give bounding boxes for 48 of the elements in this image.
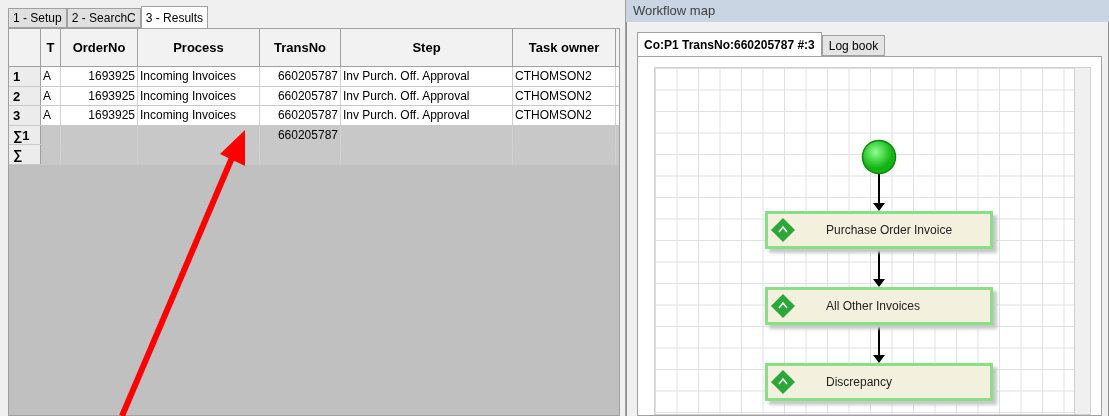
table-cell: CTHOMSON2 <box>515 69 592 83</box>
node-label: Purchase Order Invoice <box>826 222 953 239</box>
tab[interactable]: 3 - Results <box>140 6 209 28</box>
node-label: Discrepancy <box>826 374 893 391</box>
start-node-icon <box>861 139 897 175</box>
table-cell: 660205787 <box>277 127 338 142</box>
table-cell: Incoming Invoices <box>140 88 237 103</box>
diamond-icon <box>770 217 796 243</box>
arrow-icon <box>873 174 885 211</box>
table-cell: Inv Purch. Off. Approval <box>343 88 470 103</box>
column-header[interactable]: Step <box>412 37 441 58</box>
row-header: 1 <box>9 67 41 86</box>
table-cell: 660205787 <box>277 88 338 103</box>
node-label: All Other Invoices <box>826 298 921 315</box>
tab[interactable]: 1 - Setup <box>8 8 67 28</box>
tab[interactable]: Co:P1 TransNo:660205787 #:3 <box>637 32 822 56</box>
table-cell: Incoming Invoices <box>140 69 237 83</box>
table-cell: 1693925 <box>88 108 135 122</box>
table-cell: Incoming Invoices <box>140 108 237 122</box>
table-cell: CTHOMSON2 <box>515 108 592 122</box>
column-header[interactable]: Process <box>173 37 224 58</box>
table-cell: Inv Purch. Off. Approval <box>343 69 470 83</box>
panel-title-bar: Workflow map <box>626 0 1109 22</box>
table-cell: CTHOMSON2 <box>515 88 592 103</box>
table-cell: 660205787 <box>277 69 338 83</box>
table-cell: 1693925 <box>88 69 135 83</box>
workflow-step-node[interactable]: Purchase Order Invoice <box>765 211 993 249</box>
column-header[interactable]: T <box>46 37 55 58</box>
tab[interactable]: 2 - SearchC <box>66 8 141 28</box>
table-cell: A <box>43 108 51 122</box>
workflow-step-node[interactable]: Discrepancy <box>765 363 993 401</box>
row-header: 3 <box>9 106 41 125</box>
column-header[interactable]: Task owner <box>528 37 600 58</box>
diamond-icon <box>770 369 796 395</box>
column-header[interactable]: OrderNo <box>72 37 126 58</box>
workflow-step-node[interactable]: All Other Invoices <box>765 287 993 325</box>
table-cell: 660205787 <box>277 108 338 122</box>
arrow-icon <box>873 250 885 287</box>
tab[interactable]: Log book <box>821 35 886 56</box>
scrollbar[interactable] <box>1074 68 1090 414</box>
diamond-icon <box>770 293 796 319</box>
table-cell: A <box>43 88 51 103</box>
column-header[interactable]: TransNo <box>274 37 326 58</box>
arrow-icon <box>873 326 885 363</box>
table-cell: Inv Purch. Off. Approval <box>343 108 470 122</box>
table-cell: 1693925 <box>88 88 135 103</box>
row-header: ∑ <box>9 145 41 164</box>
table-cell: A <box>43 69 51 83</box>
